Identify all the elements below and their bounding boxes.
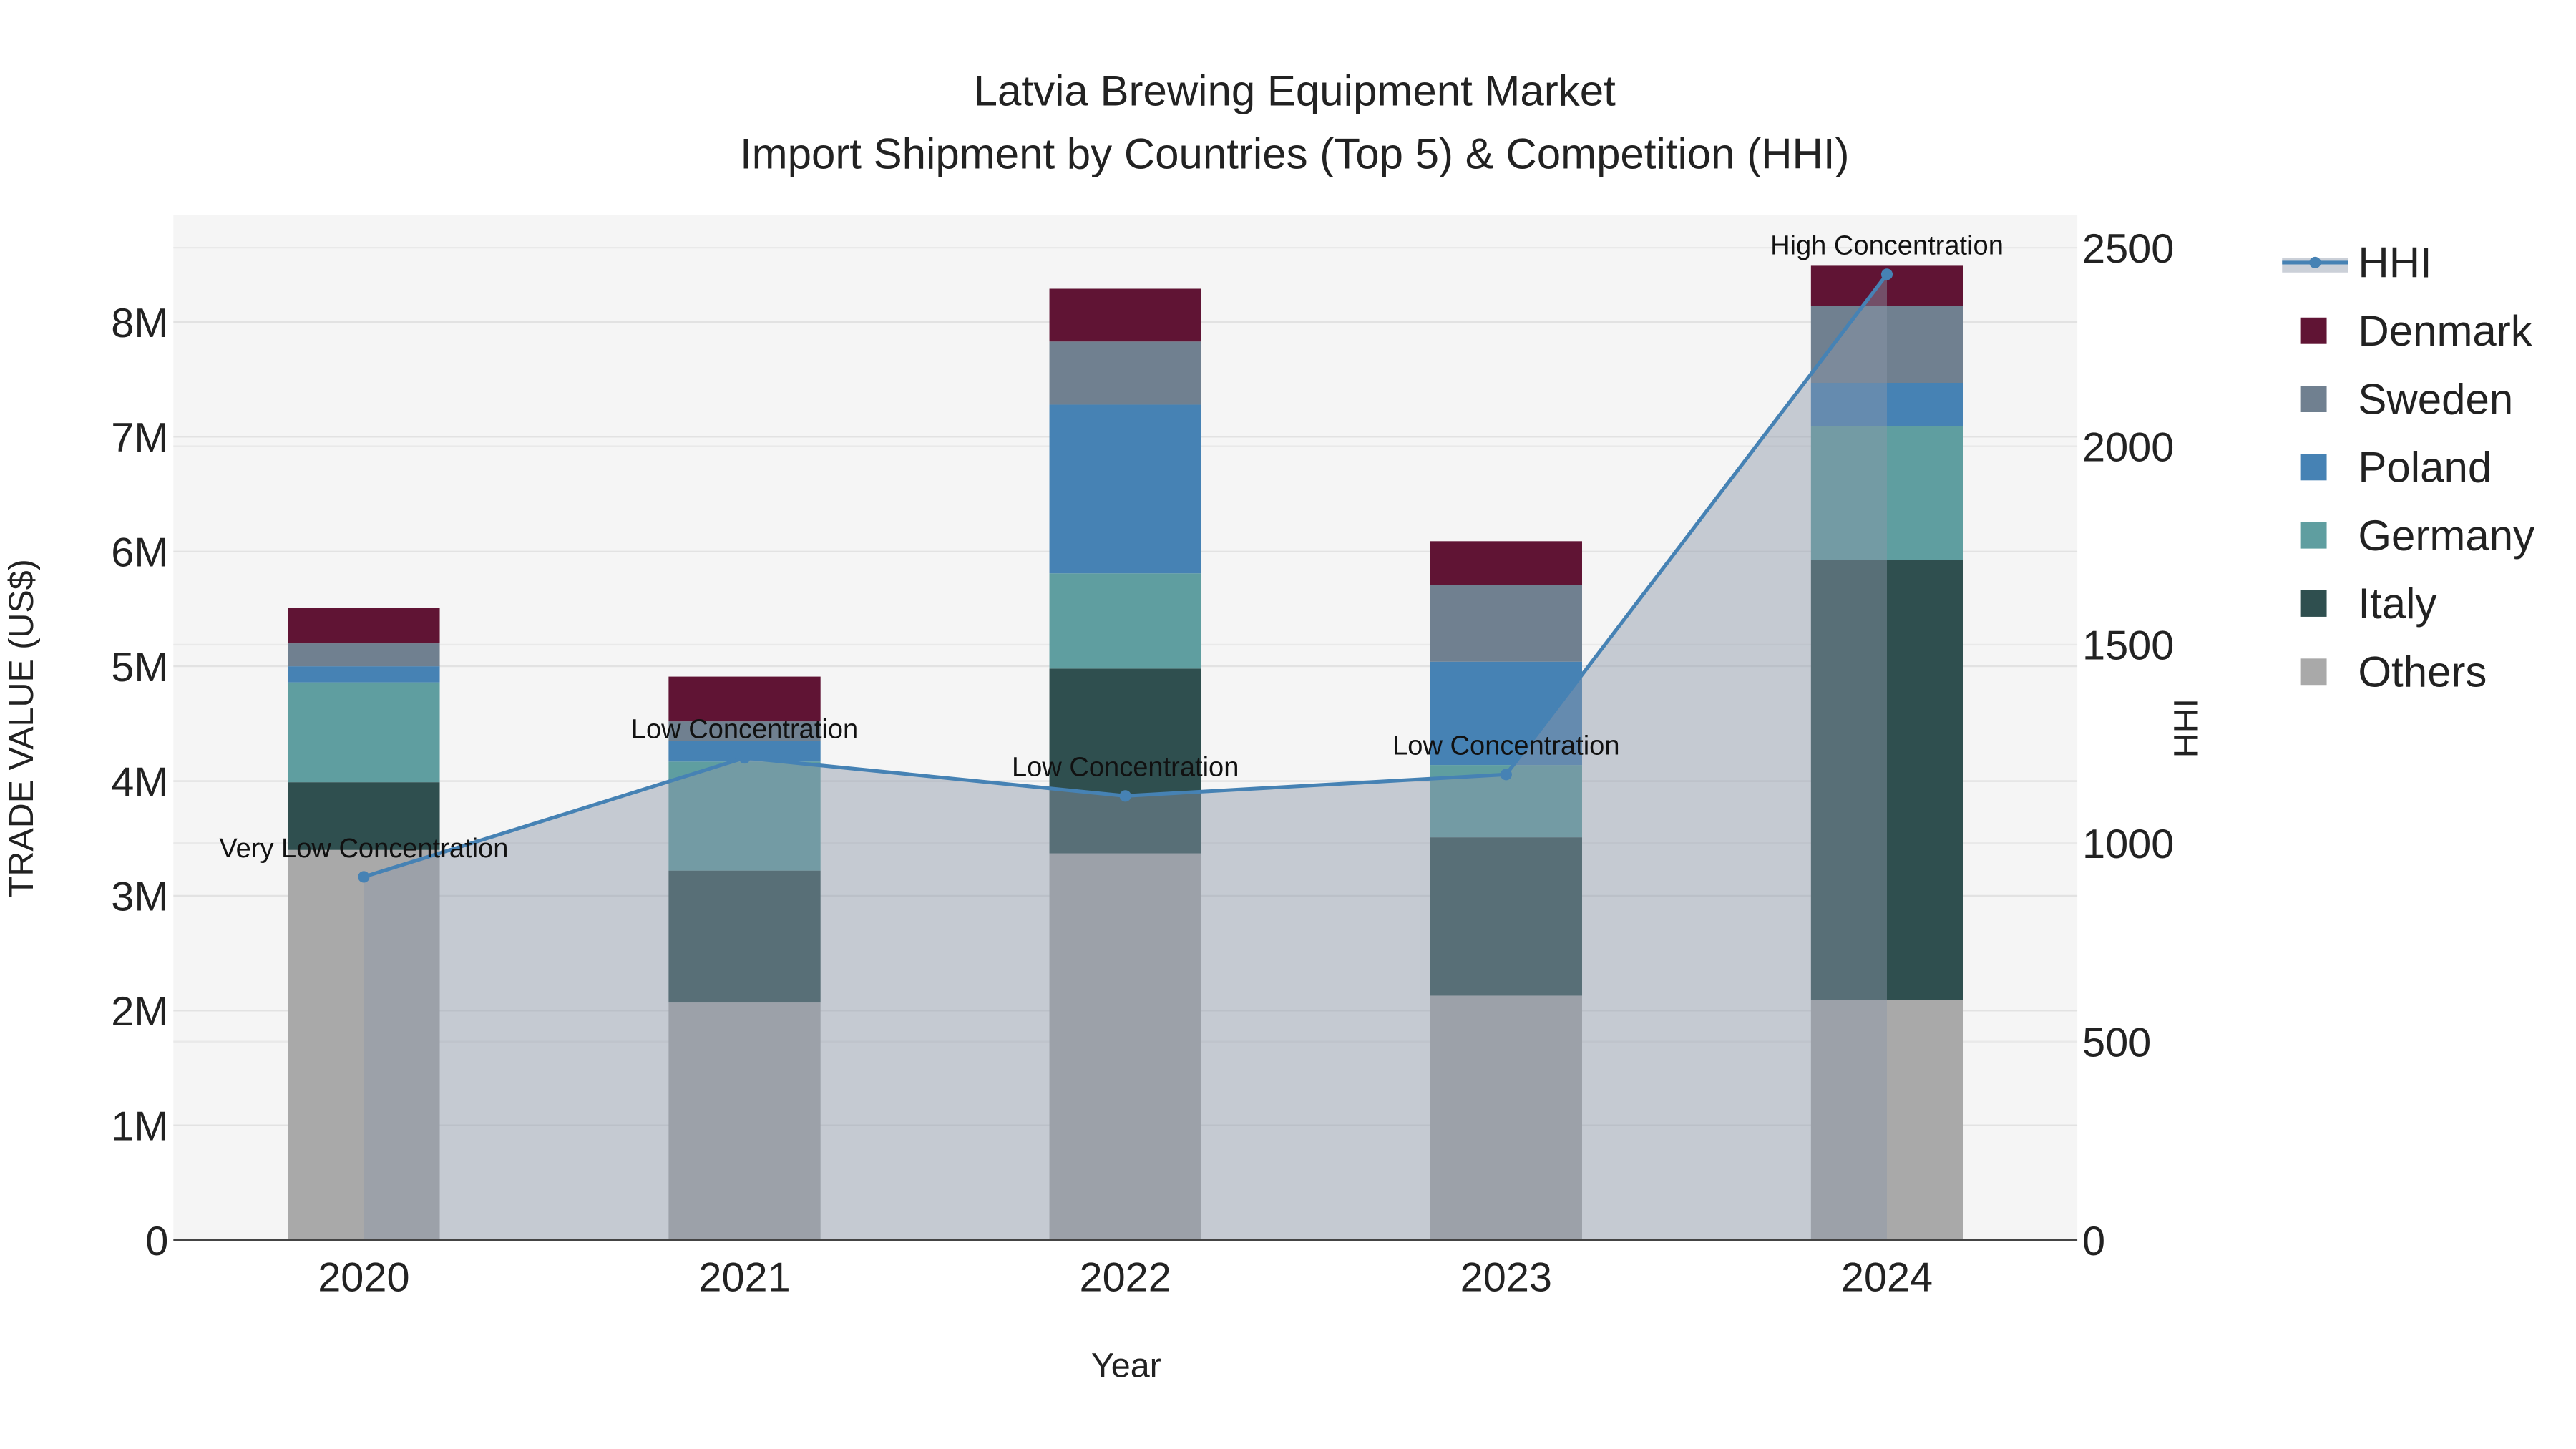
legend-swatch-germany (2300, 522, 2327, 549)
y-tick-label: 3M (111, 874, 168, 920)
x-tick-label: 2023 (1460, 1255, 1552, 1301)
y-tick-label: 8M (111, 301, 168, 346)
bar-sweden-2022 (1049, 341, 1201, 405)
y-tick-label: 6M (111, 530, 168, 576)
legend-label-poland: Poland (2358, 444, 2492, 492)
bar-sweden-2020 (288, 643, 440, 667)
hhi-point-2021 (738, 751, 751, 764)
legend-swatch-italy (2300, 590, 2327, 617)
hhi-annotation: High Concentration (1770, 231, 2004, 261)
bar-denmark-2020 (288, 608, 440, 644)
legend-label-germany: Germany (2358, 512, 2534, 560)
y2-tick-label: 2000 (2082, 424, 2174, 470)
bar-germany-2022 (1049, 573, 1201, 669)
y2-tick-label: 1000 (2082, 821, 2174, 867)
hhi-annotation: Low Concentration (1392, 731, 1619, 761)
y-tick-label: 7M (111, 415, 168, 461)
y-tick-label: 1M (111, 1103, 168, 1149)
y2-tick-label: 1500 (2082, 623, 2174, 669)
legend-swatch-denmark (2300, 317, 2327, 344)
bar-germany-2020 (288, 682, 440, 783)
legend-label-others: Others (2358, 648, 2487, 696)
y-axis-title: TRADE VALUE (US$) (2, 559, 41, 897)
y2-tick-label: 500 (2082, 1020, 2151, 1065)
x-tick-label: 2022 (1080, 1255, 1171, 1301)
legend-label-denmark: Denmark (2358, 307, 2532, 355)
hhi-point-2024 (1880, 268, 1893, 280)
y-tick-label: 0 (145, 1219, 168, 1264)
x-tick-label: 2024 (1841, 1255, 1933, 1301)
x-axis-title: Year (1091, 1347, 1161, 1385)
legend-swatch-sweden (2300, 386, 2327, 412)
legend-label-sweden: Sweden (2358, 375, 2513, 423)
y2-tick-label: 2500 (2082, 226, 2174, 272)
hhi-annotation: Low Concentration (631, 714, 858, 744)
bar-sweden-2023 (1430, 585, 1582, 662)
chart-title-line2: Import Shipment by Countries (Top 5) & C… (740, 130, 1850, 177)
legend-label-hhi: HHI (2358, 239, 2431, 287)
hhi-point-2023 (1500, 769, 1512, 781)
legend-swatch-hhi-marker (2309, 256, 2321, 268)
y2-tick-label: 0 (2082, 1219, 2105, 1264)
chart: Very Low Concentration Low Concentration L… (0, 0, 2576, 1449)
bar-poland-2022 (1049, 404, 1201, 574)
x-tick-label: 2021 (698, 1255, 790, 1301)
bar-poland-2020 (288, 666, 440, 683)
y-tick-label: 2M (111, 989, 168, 1035)
x-tick-label: 2020 (318, 1255, 409, 1301)
bar-denmark-2023 (1430, 541, 1582, 585)
hhi-point-2020 (358, 871, 370, 883)
hhi-annotation: Low Concentration (1012, 753, 1239, 783)
hhi-annotation: Very Low Concentration (219, 834, 508, 864)
y-tick-label: 4M (111, 759, 168, 805)
legend-swatch-poland (2300, 454, 2327, 481)
hhi-point-2022 (1119, 790, 1131, 802)
legend-swatch-others (2300, 658, 2327, 686)
y-tick-label: 5M (111, 645, 168, 691)
legend-label-italy: Italy (2358, 580, 2436, 628)
bar-denmark-2022 (1049, 288, 1201, 342)
chart-title-line1: Latvia Brewing Equipment Market (974, 67, 1616, 115)
y2-axis-title: HHI (2167, 698, 2206, 758)
